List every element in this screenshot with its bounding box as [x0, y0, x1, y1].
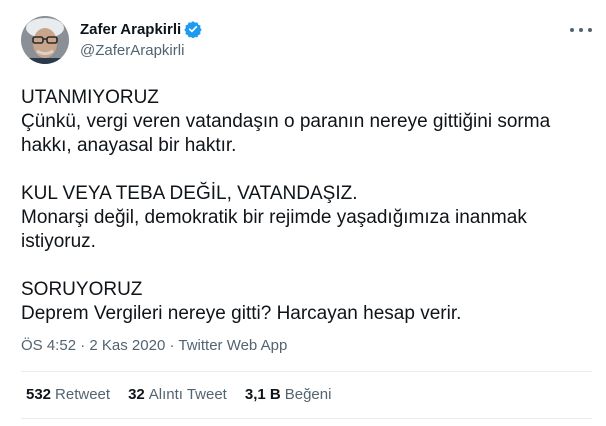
- tweet-paragraph: KUL VEYA TEBA DEĞİL, VATANDAŞIZ. Monarşi…: [21, 182, 591, 254]
- author-handle[interactable]: @ZaferArapkirli: [80, 42, 184, 59]
- meta-separator: ·: [76, 337, 90, 354]
- tweet-source[interactable]: Twitter Web App: [178, 337, 287, 354]
- retweets-stat[interactable]: 532 Retweet: [26, 386, 110, 403]
- retweets-label: Retweet: [55, 386, 111, 403]
- author-display-name[interactable]: Zafer Arapkirli: [80, 21, 181, 38]
- tweet-line: Deprem Vergileri nereye gitti? Harcayan …: [21, 303, 462, 324]
- more-horizontal-icon[interactable]: [570, 24, 592, 36]
- avatar[interactable]: [21, 16, 69, 64]
- engagement-stats: 532 Retweet 32 Alıntı Tweet 3,1 B Beğeni: [26, 386, 349, 403]
- retweets-count: 532: [26, 386, 52, 403]
- divider: [21, 418, 592, 419]
- tweet-line: Monarşi değil, demokratik bir rejimde ya…: [21, 207, 527, 228]
- author-name-row: Zafer Arapkirli: [80, 20, 202, 39]
- quote-tweets-stat[interactable]: 32 Alıntı Tweet: [128, 386, 227, 403]
- tweet-paragraph: UTANMIYORUZ Çünkü, vergi veren vatandaşı…: [21, 86, 591, 158]
- quote-tweets-label: Alıntı Tweet: [148, 386, 227, 403]
- divider: [21, 371, 592, 372]
- quote-tweets-count: 32: [128, 386, 145, 403]
- more-dot: [588, 28, 592, 32]
- tweet-paragraph: SORUYORUZ Deprem Vergileri nereye gitti?…: [21, 278, 591, 326]
- meta-separator: ·: [165, 337, 179, 354]
- more-dot: [570, 28, 574, 32]
- tweet-line: UTANMIYORUZ: [21, 87, 159, 108]
- likes-count: 3,1 B: [244, 386, 281, 403]
- tweet-line: Çünkü, vergi veren vatandaşın o paranın …: [21, 111, 551, 132]
- tweet-line: hakkı, anayasal bir haktır.: [21, 135, 237, 156]
- tweet-line: istiyoruz.: [21, 231, 96, 252]
- tweet-date[interactable]: 2 Kas 2020: [89, 337, 165, 354]
- verified-badge-icon: [184, 20, 202, 39]
- tweet-text: UTANMIYORUZ Çünkü, vergi veren vatandaşı…: [21, 86, 591, 350]
- tweet-line: KUL VEYA TEBA DEĞİL, VATANDAŞIZ.: [21, 183, 358, 204]
- more-dot: [579, 28, 583, 32]
- likes-stat[interactable]: 3,1 B Beğeni: [245, 386, 332, 403]
- tweet-card: Zafer Arapkirli @ZaferArapkirli UTANMIYO…: [0, 0, 606, 426]
- tweet-time[interactable]: ÖS 4:52: [21, 337, 76, 354]
- tweet-metadata: ÖS 4:52 · 2 Kas 2020 · Twitter Web App: [21, 337, 287, 354]
- tweet-line: SORUYORUZ: [21, 279, 143, 300]
- likes-label: Beğeni: [284, 386, 332, 403]
